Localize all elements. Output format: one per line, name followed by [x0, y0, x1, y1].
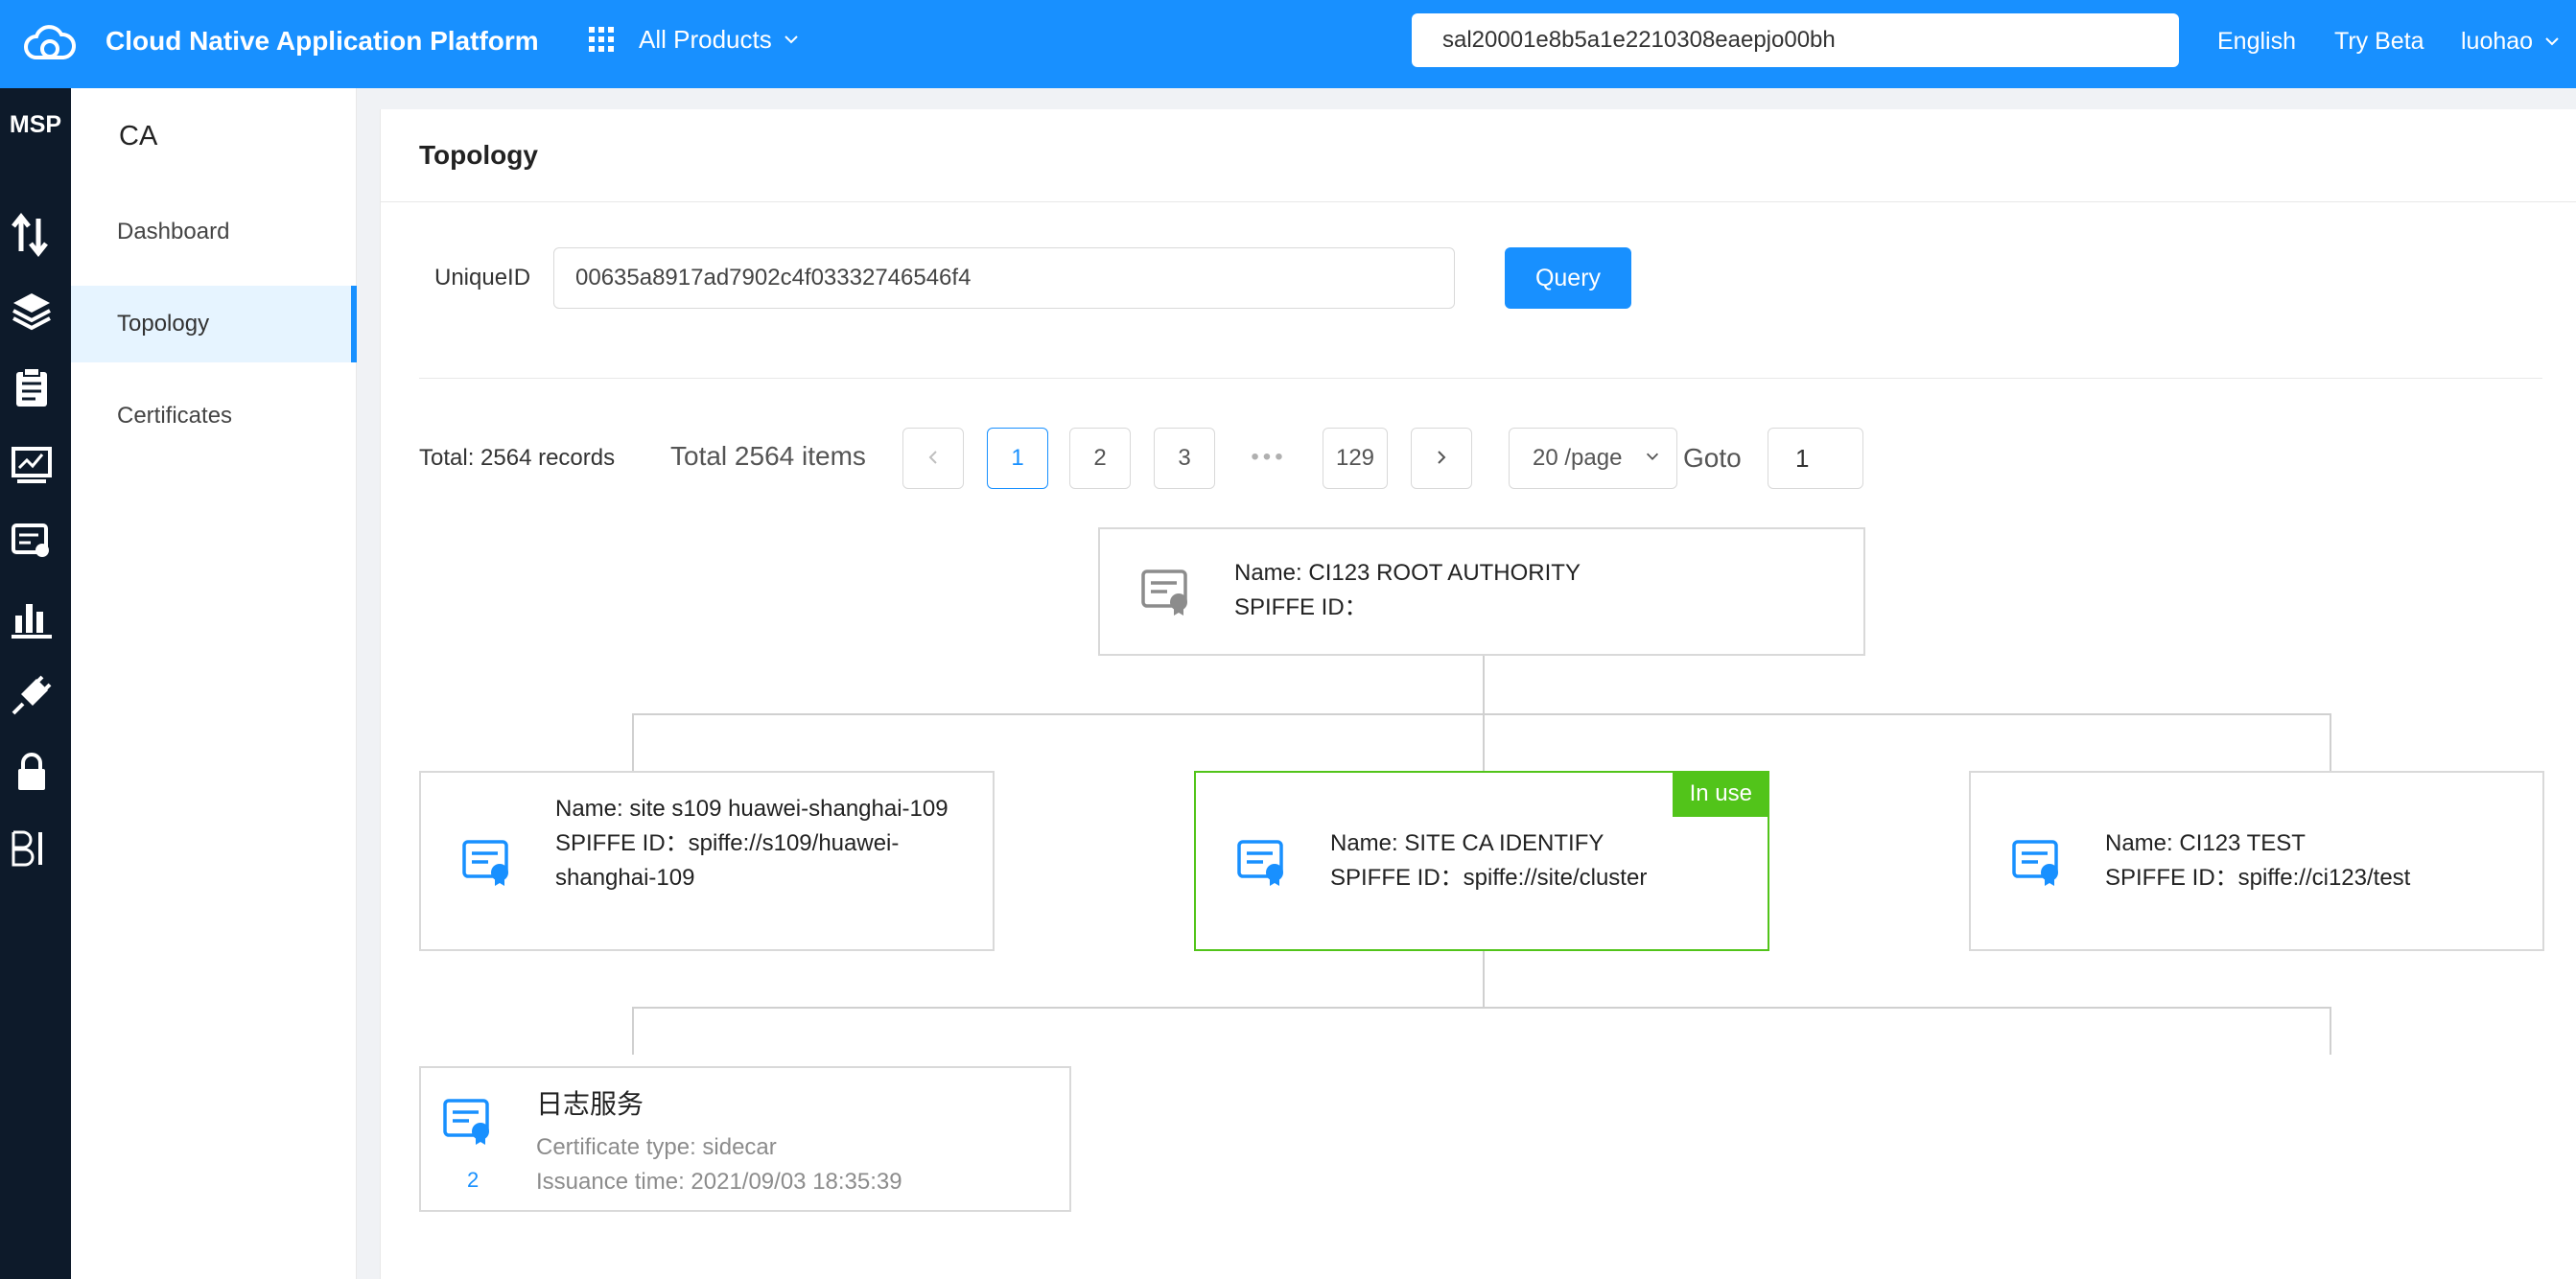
- cert-name: Name: CI123 TEST: [2105, 830, 2306, 856]
- layers-icon[interactable]: [10, 290, 54, 334]
- certificate-icon: [1141, 570, 1187, 616]
- certificate-icon: [443, 1099, 489, 1145]
- cert-spiffe-id: SPIFFE ID：spiffe://s109/huawei-shanghai-…: [555, 830, 900, 891]
- title-divider: [381, 201, 2576, 202]
- cloud-logo-icon[interactable]: [21, 19, 77, 67]
- cert-name: Name: SITE CA IDENTIFY: [1330, 830, 1604, 856]
- cert-spiffe-id: SPIFFE ID：: [1234, 594, 1368, 620]
- unique-id-input[interactable]: 00635a8917ad7902c4f03332746546f4: [553, 247, 1455, 309]
- apps-grid-icon[interactable]: [589, 27, 614, 52]
- sidebar-item-dashboard[interactable]: Dashboard: [71, 194, 357, 270]
- ca-node-ci123-test[interactable]: Name: CI123 TEST SPIFFE ID：spiffe://ci12…: [1969, 771, 2544, 951]
- instance-search-input[interactable]: sal20001e8b5a1e2210308eaepjo00bh: [1412, 13, 2179, 67]
- certificate-icon: [1237, 840, 1283, 886]
- page-title: Topology: [419, 140, 538, 170]
- cert-spiffe-id: SPIFFE ID：spiffe://site/cluster: [1330, 865, 1648, 891]
- in-use-badge: In use: [1672, 771, 1769, 817]
- goto-label: Goto: [1683, 443, 1742, 473]
- next-page-button[interactable]: [1411, 428, 1472, 489]
- cert-spiffe-id: SPIFFE ID：spiffe://ci123/test: [2105, 865, 2411, 891]
- total-records: Total: 2564 records: [419, 445, 616, 471]
- plug-icon[interactable]: [10, 673, 54, 717]
- app-title[interactable]: Cloud Native Application Platform: [105, 25, 539, 58]
- monitor-chart-icon[interactable]: [10, 443, 54, 487]
- page-size-select[interactable]: 20 /page: [1509, 428, 1677, 489]
- query-divider: [419, 378, 2542, 379]
- leaf-cert-node[interactable]: 2 日志服务 Certificate type: sidecar Issuanc…: [419, 1066, 1071, 1212]
- transfer-icon[interactable]: [10, 213, 54, 257]
- ca-node-site-s109[interactable]: Name: site s109 huawei-shanghai-109 SPIF…: [419, 771, 995, 951]
- connector-line: [1483, 949, 1485, 1009]
- ca-sidebar: CA Dashboard Topology Certificates: [71, 88, 357, 1279]
- bar-chart-icon[interactable]: [10, 596, 54, 640]
- page-3[interactable]: 3: [1154, 428, 1215, 489]
- language-switch[interactable]: English: [2217, 25, 2296, 58]
- cert-name: Name: site s109 huawei-shanghai-109: [555, 796, 948, 822]
- root-ca-node[interactable]: Name: CI123 ROOT AUTHORITY SPIFFE ID：: [1098, 527, 1865, 656]
- page-129[interactable]: 129: [1323, 428, 1388, 489]
- user-menu[interactable]: luohao: [2461, 25, 2562, 58]
- ca-node-site-ca-identify[interactable]: In use Name: SITE CA IDENTIFY SPIFFE ID：…: [1194, 771, 1769, 951]
- certificate-icon: [462, 840, 508, 886]
- connector-line: [632, 1007, 2331, 1009]
- unique-id-label: UniqueID: [434, 265, 531, 291]
- try-beta-link[interactable]: Try Beta: [2334, 25, 2424, 58]
- rail-msp-label[interactable]: MSP: [0, 111, 71, 139]
- sidebar-section-title: CA: [119, 121, 158, 151]
- page-1[interactable]: 1: [987, 428, 1048, 489]
- icon-rail: MSP: [0, 88, 71, 1279]
- all-products-label: All Products: [639, 25, 772, 54]
- chevron-left-icon: [928, 451, 937, 464]
- page-size-value: 20 /page: [1533, 445, 1623, 471]
- leaf-cert-title: 日志服务: [536, 1089, 644, 1119]
- top-bar: Cloud Native Application Platform All Pr…: [0, 0, 2576, 88]
- prev-page-button[interactable]: [902, 428, 964, 489]
- connector-line: [632, 1007, 634, 1055]
- leaf-cert-count[interactable]: 2: [467, 1168, 479, 1193]
- ca-node-details: Name: site s109 huawei-shanghai-109 SPIF…: [555, 792, 958, 895]
- leaf-cert-issuance-time: Issuance time: 2021/09/03 18:35:39: [536, 1169, 902, 1195]
- leaf-cert-type: Certificate type: sidecar: [536, 1134, 777, 1160]
- chevron-down-icon: [2545, 37, 2559, 46]
- clipboard-icon[interactable]: [10, 366, 54, 410]
- topology-card: Topology UniqueID 00635a8917ad7902c4f033…: [380, 109, 2576, 1279]
- ca-node-details: Name: SITE CA IDENTIFY SPIFFE ID：spiffe:…: [1330, 826, 1733, 895]
- goto-input[interactable]: 1: [1768, 428, 1863, 489]
- sidebar-item-certificates[interactable]: Certificates: [71, 378, 357, 454]
- connector-line: [632, 713, 2331, 715]
- connector-line: [2330, 1007, 2331, 1055]
- sidebar-item-topology[interactable]: Topology: [71, 286, 357, 362]
- page-ellipsis[interactable]: •••: [1238, 428, 1300, 489]
- lock-icon[interactable]: [10, 750, 54, 794]
- ca-node-details: Name: CI123 TEST SPIFFE ID：spiffe://ci12…: [2105, 826, 2508, 895]
- user-name: luohao: [2461, 28, 2534, 55]
- query-button[interactable]: Query: [1505, 247, 1631, 309]
- all-products-menu[interactable]: All Products: [639, 23, 801, 56]
- certificate-icon: [2012, 840, 2058, 886]
- chevron-down-icon: [1646, 453, 1659, 460]
- page-2[interactable]: 2: [1069, 428, 1131, 489]
- total-items: Total 2564 items: [670, 441, 866, 471]
- certificate-monitor-icon[interactable]: [10, 520, 54, 564]
- chevron-down-icon: [785, 35, 798, 44]
- chevron-right-icon: [1438, 451, 1446, 464]
- bi-icon[interactable]: [10, 826, 54, 871]
- connector-line: [1483, 656, 1485, 715]
- root-ca-details: Name: CI123 ROOT AUTHORITY SPIFFE ID：: [1234, 556, 1581, 625]
- cert-name: Name: CI123 ROOT AUTHORITY: [1234, 560, 1581, 586]
